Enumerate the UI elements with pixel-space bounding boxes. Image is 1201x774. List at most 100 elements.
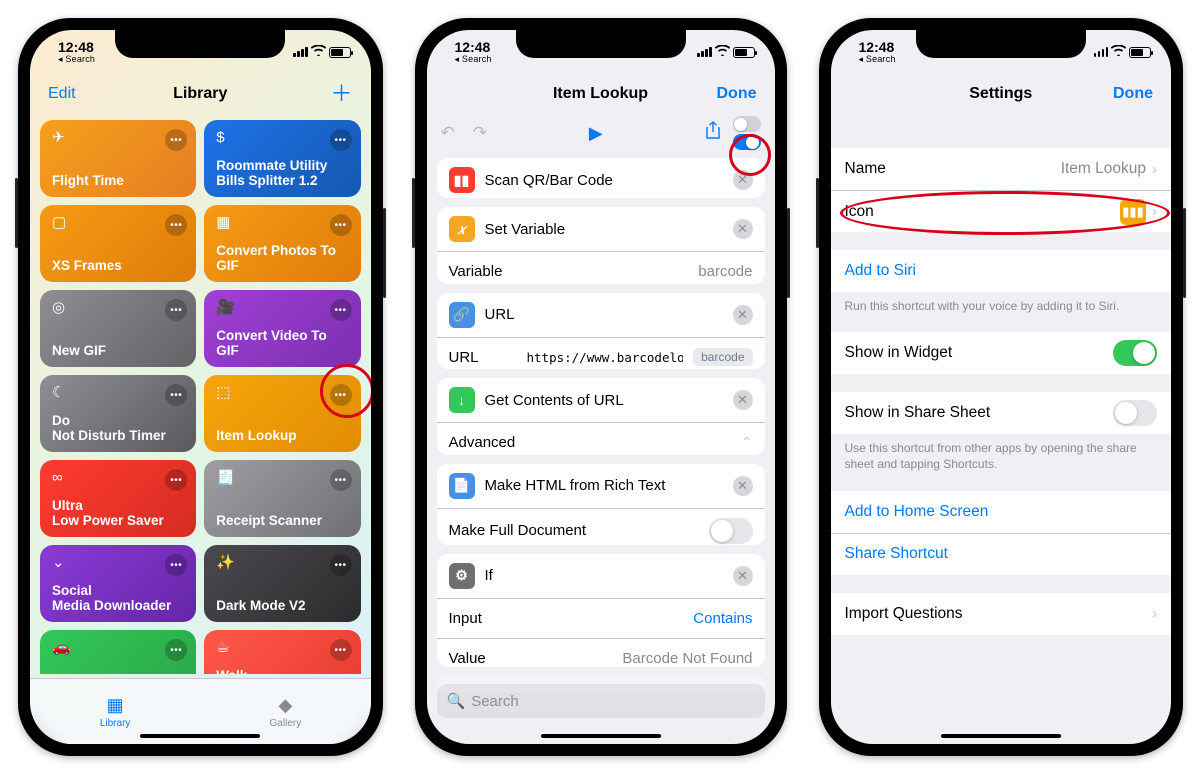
chevron-up-icon[interactable]: ⌃ [741, 434, 753, 451]
tile-icon: ✨ [216, 555, 348, 570]
row-share-shortcut[interactable]: Share Shortcut [831, 533, 1172, 575]
more-button[interactable] [165, 384, 187, 406]
wifi-icon [1111, 45, 1126, 59]
shortcut-tile-7[interactable]: ⬚Item Lookup [204, 375, 360, 452]
run-button[interactable]: ▶ [589, 123, 603, 144]
variable-icon: 𝑥 [449, 216, 475, 242]
action-scan-qr[interactable]: ▮▮Scan QR/Bar Code [437, 158, 765, 198]
remove-button[interactable] [733, 170, 753, 190]
shortcut-tile-12[interactable]: 🚗Find Gas Nearby [40, 630, 196, 674]
gear-icon: ⚙︎ [449, 563, 475, 589]
more-button[interactable] [330, 639, 352, 661]
action-make-html[interactable]: 📄Make HTML from Rich Text Make Full Docu… [437, 464, 765, 545]
shortcut-tile-0[interactable]: ✈︎Flight Time [40, 120, 196, 197]
shortcut-tile-11[interactable]: ✨ Dark Mode V2 [204, 545, 360, 622]
share-button[interactable] [705, 121, 721, 145]
undo-button[interactable]: ↶ [441, 123, 455, 143]
redo-button[interactable]: ↷ [473, 123, 487, 143]
tile-label: New GIF [52, 343, 184, 359]
tile-icon: 🎥 [216, 300, 348, 315]
download-icon: ↓ [449, 387, 475, 413]
shortcut-tile-10[interactable]: ⌄SocialMedia Downloader [40, 545, 196, 622]
row-show-share-sheet[interactable]: Show in Share Sheet [831, 392, 1172, 434]
shortcut-tile-3[interactable]: ▦Convert Photos To GIF [204, 205, 360, 282]
siri-footer: Run this shortcut with your voice by add… [831, 292, 1172, 314]
settings-toggle-button[interactable] [733, 116, 761, 150]
back-to-search[interactable]: ◂ Search [58, 55, 95, 64]
remove-button[interactable] [733, 390, 753, 410]
status-time: 12:48 [859, 40, 895, 54]
widget-toggle[interactable] [1113, 340, 1157, 366]
row-icon[interactable]: Icon ▮▮▮› [831, 190, 1172, 232]
back-to-search[interactable]: ◂ Search [859, 55, 896, 64]
signal-icon [293, 47, 308, 57]
add-button[interactable]: ＋ [330, 83, 352, 105]
row-import-questions[interactable]: Import Questions › [831, 593, 1172, 635]
shortcut-tile-6[interactable]: ☾DoNot Disturb Timer [40, 375, 196, 452]
more-button[interactable] [165, 299, 187, 321]
if-input-value[interactable]: Contains [693, 610, 752, 627]
action-if[interactable]: ⚙︎If InputContains ValueBarcode Not Foun… [437, 554, 765, 667]
shortcut-tile-9[interactable]: 🧾Receipt Scanner [204, 460, 360, 537]
remove-button[interactable] [733, 566, 753, 586]
search-input[interactable]: 🔍 Search [437, 684, 765, 718]
more-button[interactable] [165, 214, 187, 236]
shortcut-tile-1[interactable]: $ Roommate Utility Bills Splitter 1.2 [204, 120, 360, 197]
action-set-variable[interactable]: 𝑥Set Variable Variablebarcode [437, 207, 765, 284]
tile-label: DoNot Disturb Timer [52, 413, 184, 444]
remove-button[interactable] [733, 476, 753, 496]
shortcut-tile-2[interactable]: ▢XS Frames [40, 205, 196, 282]
row-show-widget[interactable]: Show in Widget [831, 332, 1172, 374]
share-sheet-toggle[interactable] [1113, 400, 1157, 426]
status-time: 12:48 [58, 40, 94, 54]
more-button[interactable] [165, 639, 187, 661]
tile-icon: ▦ [216, 215, 348, 230]
wifi-icon [715, 45, 730, 59]
more-button[interactable] [330, 469, 352, 491]
row-name[interactable]: Name Item Lookup› [831, 148, 1172, 190]
row-add-home[interactable]: Add to Home Screen [831, 491, 1172, 533]
group-actions: Add to Home Screen Share Shortcut [831, 491, 1172, 575]
if-value-value[interactable]: Barcode Not Found [622, 650, 752, 667]
library-navbar: Edit Library ＋ [30, 74, 371, 114]
action-url[interactable]: 🔗URL URLhttps://www.barcodelookup.com/ba… [437, 293, 765, 370]
wifi-icon [311, 45, 326, 59]
done-button[interactable]: Done [1113, 85, 1153, 103]
back-to-search[interactable]: ◂ Search [455, 55, 492, 64]
remove-button[interactable] [733, 219, 753, 239]
more-button[interactable] [330, 384, 352, 406]
remove-button[interactable] [733, 305, 753, 325]
more-button[interactable] [165, 554, 187, 576]
tile-label: Roommate Utility Bills Splitter 1.2 [216, 158, 348, 189]
signal-icon [697, 47, 712, 57]
tile-icon: $ [216, 130, 348, 145]
more-button[interactable] [330, 299, 352, 321]
variable-pill[interactable]: barcode [693, 348, 752, 366]
chevron-right-icon: › [1152, 605, 1157, 622]
more-button[interactable] [330, 214, 352, 236]
more-button[interactable] [165, 469, 187, 491]
shortcut-tile-8[interactable]: ∞UltraLow Power Saver [40, 460, 196, 537]
link-icon: 🔗 [449, 302, 475, 328]
tile-label: UltraLow Power Saver [52, 498, 184, 529]
more-button[interactable] [330, 554, 352, 576]
edit-button[interactable]: Edit [48, 85, 76, 103]
shortcut-tile-4[interactable]: ◎New GIF [40, 290, 196, 367]
url-value[interactable]: https://www.barcodelookup.com/ [527, 350, 684, 365]
status-time: 12:48 [455, 40, 491, 54]
phone-library: 12:48 ◂ Search Edit Library ＋ ✈︎Flight T… [18, 18, 383, 756]
action-get-contents[interactable]: ↓Get Contents of URL Advanced⌃ [437, 378, 765, 455]
chevron-right-icon: › [1152, 161, 1157, 178]
variable-value[interactable]: barcode [698, 263, 752, 280]
row-add-to-siri[interactable]: Add to Siri [831, 250, 1172, 292]
document-icon: 📄 [449, 473, 475, 499]
chevron-right-icon: › [1152, 203, 1157, 220]
tile-label: Dark Mode V2 [216, 598, 348, 614]
shortcut-tile-5[interactable]: 🎥Convert Video To GIF [204, 290, 360, 367]
more-button[interactable] [330, 129, 352, 151]
full-document-toggle[interactable] [709, 518, 753, 544]
share-footer: Use this shortcut from other apps by ope… [831, 434, 1172, 472]
done-button[interactable]: Done [717, 85, 757, 103]
more-button[interactable] [165, 129, 187, 151]
shortcut-tile-13[interactable]: ☕︎Walkto Coffee Shop [204, 630, 360, 674]
